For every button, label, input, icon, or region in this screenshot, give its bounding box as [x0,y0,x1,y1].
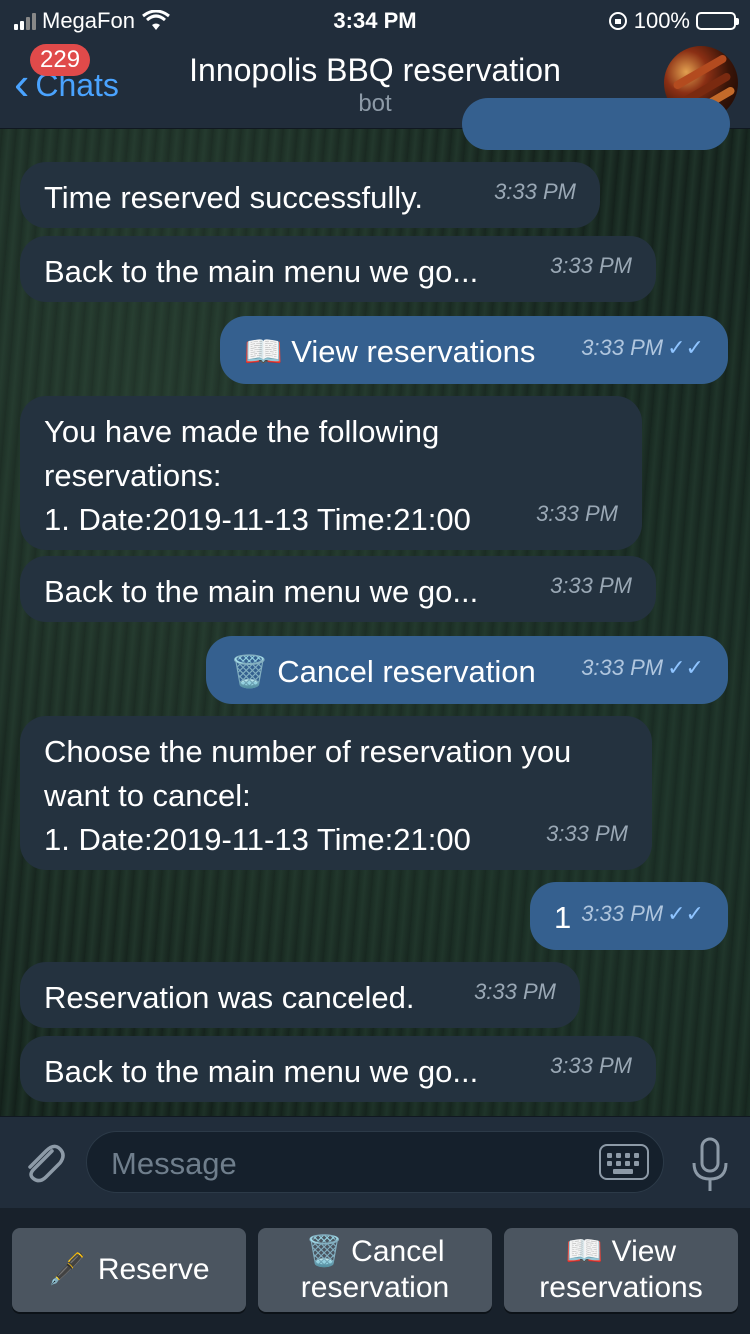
status-right: 100% [608,8,739,34]
message-time: 3:33 PM [581,901,664,926]
message-input[interactable]: Message [86,1131,664,1193]
message-list[interactable]: Time reserved successfully. 3:33 PM Back… [0,98,750,1116]
trash-emoji-icon: 🗑️ [230,654,269,689]
message-bubble-outgoing[interactable]: 📖 View reservations 3:33 PM ✓✓ [220,316,728,384]
double-check-icon: ✓✓ [667,655,704,680]
battery-icon [696,12,739,30]
view-label-line1: View [611,1235,677,1268]
microphone-icon[interactable] [690,1137,730,1193]
message-bubble[interactable]: Reservation was canceled. 3:33 PM [20,962,580,1028]
cancel-reservation-button[interactable]: 🗑️ Cancel reservation [258,1228,492,1312]
message-bubble[interactable]: Back to the main menu we go... 3:33 PM [20,556,656,622]
reserve-button[interactable]: 🖋️ Reserve [12,1228,246,1312]
message-time: 3:33 PM [550,573,632,598]
message-time: 3:33 PM [581,335,664,360]
message-line: want to cancel: [44,778,251,813]
message-line: 1. Date:2019-11-13 Time:21:00 [44,822,471,857]
battery-percent: 100% [633,8,690,33]
message-time: 3:33 PM [581,655,664,680]
paperclip-icon[interactable] [18,1137,68,1187]
view-label-line2: reservations [539,1271,703,1304]
message-time: 3:33 PM [536,501,618,526]
message-text: Back to the main menu we go... [44,254,479,289]
double-check-icon: ✓✓ [667,901,704,926]
message-placeholder: Message [111,1146,237,1181]
message-bubble-partial [462,98,730,150]
orientation-lock-icon [608,12,627,30]
bot-keyboard: 🖋️ Reserve 🗑️ Cancel reservation 📖 View … [0,1208,750,1334]
message-bubble[interactable]: You have made the following reservations… [20,396,642,550]
reserve-label: Reserve [97,1253,210,1286]
message-bubble-outgoing[interactable]: 1 3:33 PM ✓✓ [530,882,728,950]
message-time: 3:33 PM [474,979,556,1004]
chat-title[interactable]: Innopolis BBQ reservation [0,52,750,89]
message-bubble[interactable]: Choose the number of reservation you wan… [20,716,652,870]
message-bubble[interactable]: Back to the main menu we go... 3:33 PM [20,1036,656,1102]
message-text: Cancel reservation [277,654,536,689]
double-check-icon: ✓✓ [667,335,704,360]
keyboard-icon[interactable] [599,1144,649,1180]
message-line: Choose the number of reservation you [44,734,572,769]
message-line: You have made the following [44,414,440,449]
view-reservations-button[interactable]: 📖 View reservations [504,1228,738,1312]
message-composer: Message [0,1116,750,1209]
message-bubble[interactable]: Back to the main menu we go... 3:33 PM [20,236,656,302]
message-time: 3:33 PM [550,253,632,278]
cancel-label-line1: Cancel [351,1235,445,1268]
message-text: Back to the main menu we go... [44,574,479,609]
message-line: reservations: [44,458,222,493]
pen-emoji-icon: 🖋️ [48,1253,86,1286]
trash-emoji-icon: 🗑️ [305,1235,343,1268]
message-line: 1. Date:2019-11-13 Time:21:00 [44,502,471,537]
cancel-label-line2: reservation [300,1271,450,1304]
message-time: 3:33 PM [494,179,576,204]
message-time: 3:33 PM [550,1053,632,1078]
message-time: 3:33 PM [546,821,628,846]
message-bubble-outgoing[interactable]: 🗑️ Cancel reservation 3:33 PM ✓✓ [206,636,728,704]
book-emoji-icon: 📖 [244,334,283,369]
book-emoji-icon: 📖 [565,1235,604,1268]
message-bubble[interactable]: Time reserved successfully. 3:33 PM [20,162,600,228]
message-text: View reservations [291,334,536,369]
message-text: Back to the main menu we go... [44,1054,479,1089]
